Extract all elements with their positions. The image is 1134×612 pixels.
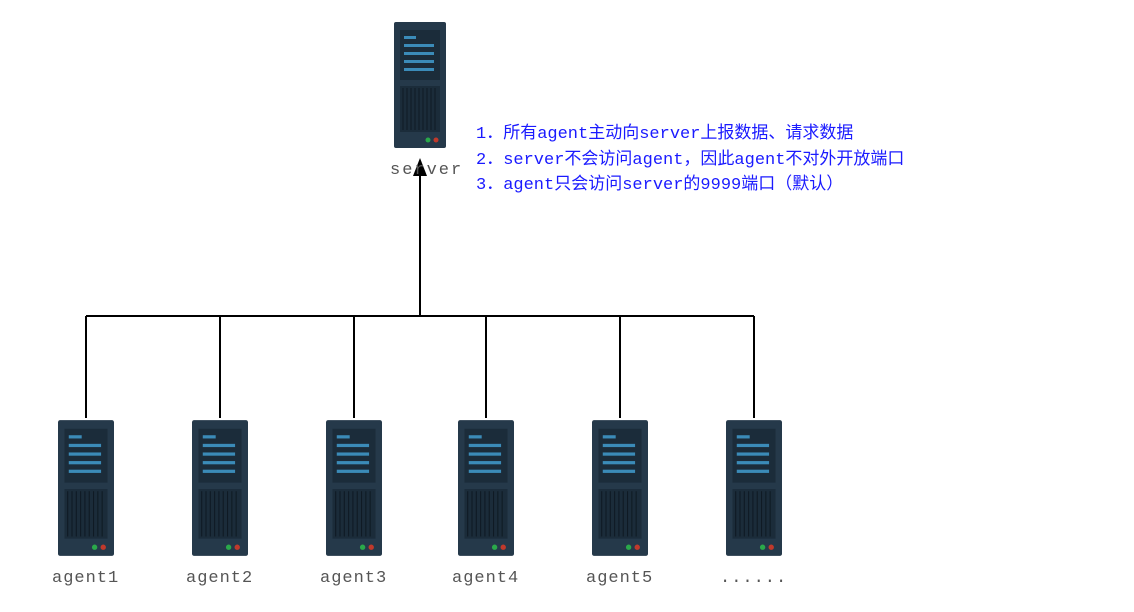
note-line-1: 1．所有agent主动向server上报数据、请求数据 <box>476 122 904 148</box>
agent-node-more: ...... <box>720 418 788 588</box>
agent-node-4: agent4 <box>452 418 520 588</box>
agent-node-3: agent3 <box>320 418 388 588</box>
server-icon <box>320 418 388 558</box>
server-icon <box>720 418 788 558</box>
agent-label: ...... <box>720 569 788 588</box>
note-line-2: 2．server不会访问agent，因此agent不对外开放端口 <box>476 148 904 174</box>
connector-lines <box>0 0 1134 612</box>
agent-node-5: agent5 <box>586 418 654 588</box>
agent-label: agent3 <box>320 569 388 588</box>
architecture-diagram: server 1．所有agent主动向server上报数据、请求数据 2．ser… <box>0 0 1134 612</box>
server-node: server <box>390 20 450 180</box>
server-icon <box>390 20 450 150</box>
agent-label: agent5 <box>586 569 654 588</box>
agent-label: agent4 <box>452 569 520 588</box>
agent-label: agent2 <box>186 569 254 588</box>
agent-node-2: agent2 <box>186 418 254 588</box>
server-label: server <box>390 161 450 180</box>
note-line-3: 3．agent只会访问server的9999端口（默认） <box>476 173 904 199</box>
server-icon <box>586 418 654 558</box>
server-icon <box>52 418 120 558</box>
server-icon <box>452 418 520 558</box>
agent-node-1: agent1 <box>52 418 120 588</box>
server-icon <box>186 418 254 558</box>
agent-label: agent1 <box>52 569 120 588</box>
annotation-text: 1．所有agent主动向server上报数据、请求数据 2．server不会访问… <box>476 122 904 199</box>
